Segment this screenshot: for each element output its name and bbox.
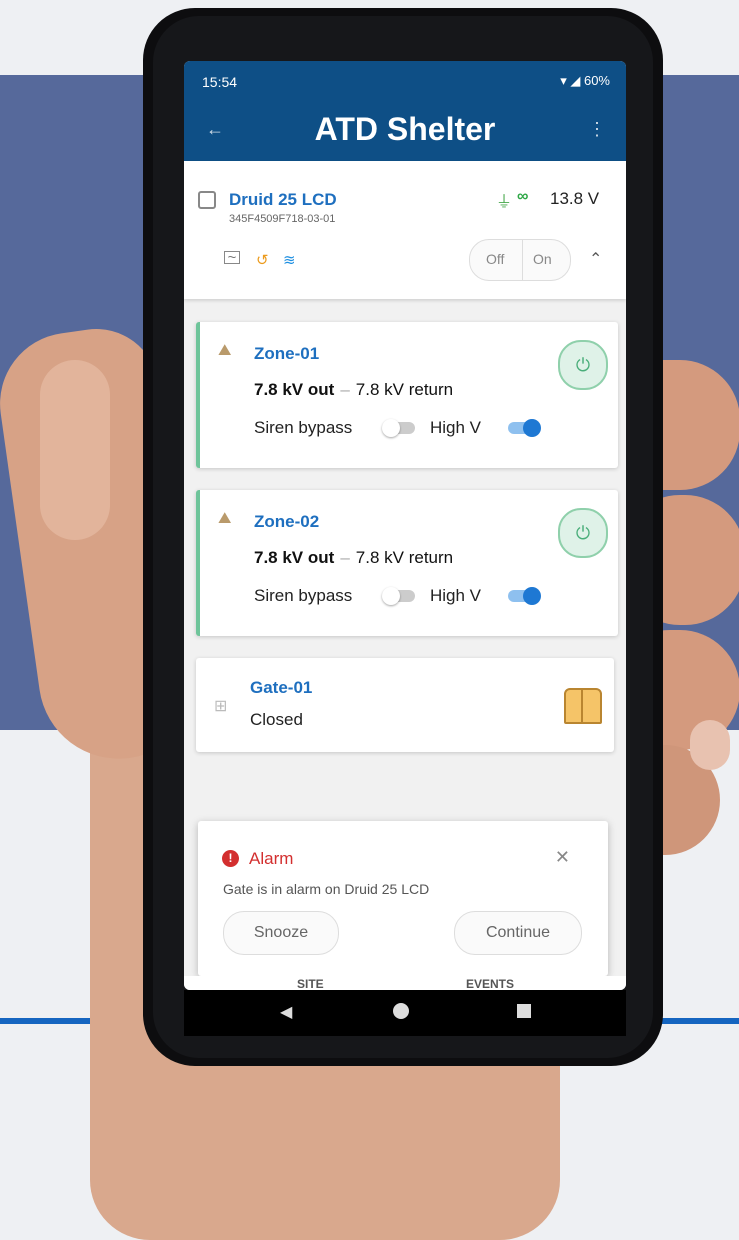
zone-icon: ⛰ (218, 342, 232, 359)
siren-bypass-switch[interactable] (382, 587, 415, 605)
graph-icon[interactable]: ~ (224, 250, 240, 265)
device-voltage: 13.8 V (550, 189, 600, 208)
separator-dash: – (340, 380, 350, 399)
siren-bypass-label: Siren bypass (254, 418, 353, 437)
power-plug-icon: ⏚ (496, 194, 513, 211)
status-bar: 15:54 ▾ ◢ 60% (184, 61, 626, 101)
zone-return: 7.8 kV return (355, 380, 454, 399)
alarm-alert-icon: ! (222, 850, 239, 867)
high-v-label: High V (430, 586, 482, 605)
zone-return: 7.8 kV return (355, 548, 454, 567)
snooze-button[interactable]: Snooze (223, 911, 339, 955)
phone-screen: 15:54 ▾ ◢ 60% ← ATD Shelter ⋮ Druid 25 L… (184, 61, 626, 990)
high-v-label: High V (430, 418, 482, 437)
status-indicators: ▾ ◢ 60% (560, 73, 610, 89)
high-v-switch[interactable] (508, 419, 541, 437)
zone-name[interactable]: Zone-02 (254, 512, 319, 532)
siren-bypass-label: Siren bypass (254, 586, 353, 605)
device-serial: 345F4509F718-03-01 (229, 213, 336, 225)
off-button[interactable]: Off (486, 251, 504, 267)
zone-voltage: 7.8 kV out –7.8 kV return (254, 380, 453, 400)
off-on-toggle[interactable]: Off On (469, 239, 571, 281)
nav-home-icon[interactable] (393, 1003, 409, 1019)
siren-bypass-switch[interactable] (382, 419, 415, 437)
device-panel: Druid 25 LCD 345F4509F718-03-01 ⏚ ∞ 13.8… (184, 161, 626, 299)
zone-card-1[interactable]: ⛰ Zone-01 7.8 kV out –7.8 kV return Siren… (196, 322, 618, 468)
thumb-highlight (40, 360, 110, 540)
alarm-title: Alarm (249, 849, 294, 868)
on-button[interactable]: On (533, 251, 552, 267)
gate-closed-icon (564, 688, 602, 724)
bottom-tab-bar: SITE EVENTS (184, 976, 626, 990)
app-bar: ← ATD Shelter ⋮ (184, 101, 626, 161)
alarm-message: Gate is in alarm on Druid 25 LCD (223, 881, 430, 897)
zone-card-2[interactable]: ⛰ Zone-02 7.8 kV out –7.8 kV return Siren… (196, 490, 618, 636)
signal-icon: ▾ ◢ (560, 73, 584, 88)
more-menu-icon[interactable]: ⋮ (588, 119, 606, 140)
zone-name[interactable]: Zone-01 (254, 344, 319, 364)
fingernail (690, 720, 730, 770)
close-icon[interactable]: ✕ (555, 847, 570, 868)
toggle-divider (522, 240, 523, 280)
chip-icon (198, 191, 216, 209)
zone-out: 7.8 kV out (254, 548, 335, 567)
nav-recents-icon[interactable] (517, 1004, 531, 1018)
gate-icon: ⊞ (214, 698, 228, 715)
high-v-switch[interactable] (508, 587, 541, 605)
history-icon[interactable]: ↺ (256, 251, 269, 269)
gate-state: Closed (250, 710, 303, 729)
wifi-icon: ≋ (283, 252, 296, 269)
tab-events[interactable]: EVENTS (466, 977, 514, 990)
alarm-dialog: ! Alarm ✕ Gate is in alarm on Druid 25 L… (198, 821, 608, 976)
gate-card[interactable]: ⊞ Gate-01 Closed (196, 658, 614, 752)
power-button-icon[interactable]: ⏻ (558, 340, 608, 390)
nav-back-icon[interactable]: ◀ (280, 1002, 292, 1022)
power-button-icon[interactable]: ⏻ (558, 508, 608, 558)
collapse-chevron-icon[interactable]: ⌃ (589, 249, 602, 269)
tab-site[interactable]: SITE (297, 977, 324, 990)
gate-name[interactable]: Gate-01 (250, 678, 312, 698)
separator-dash: – (340, 548, 350, 567)
zone-icon: ⛰ (218, 510, 232, 527)
device-name[interactable]: Druid 25 LCD (229, 190, 337, 210)
status-time: 15:54 (202, 74, 238, 90)
zone-out: 7.8 kV out (254, 380, 335, 399)
page-title: ATD Shelter (314, 111, 496, 147)
connection-link-icon: ∞ (517, 188, 529, 205)
zone-voltage: 7.8 kV out –7.8 kV return (254, 548, 453, 568)
battery-percent: 60% (583, 73, 610, 88)
android-nav-bar: ◀ (184, 990, 626, 1036)
continue-button[interactable]: Continue (454, 911, 582, 955)
